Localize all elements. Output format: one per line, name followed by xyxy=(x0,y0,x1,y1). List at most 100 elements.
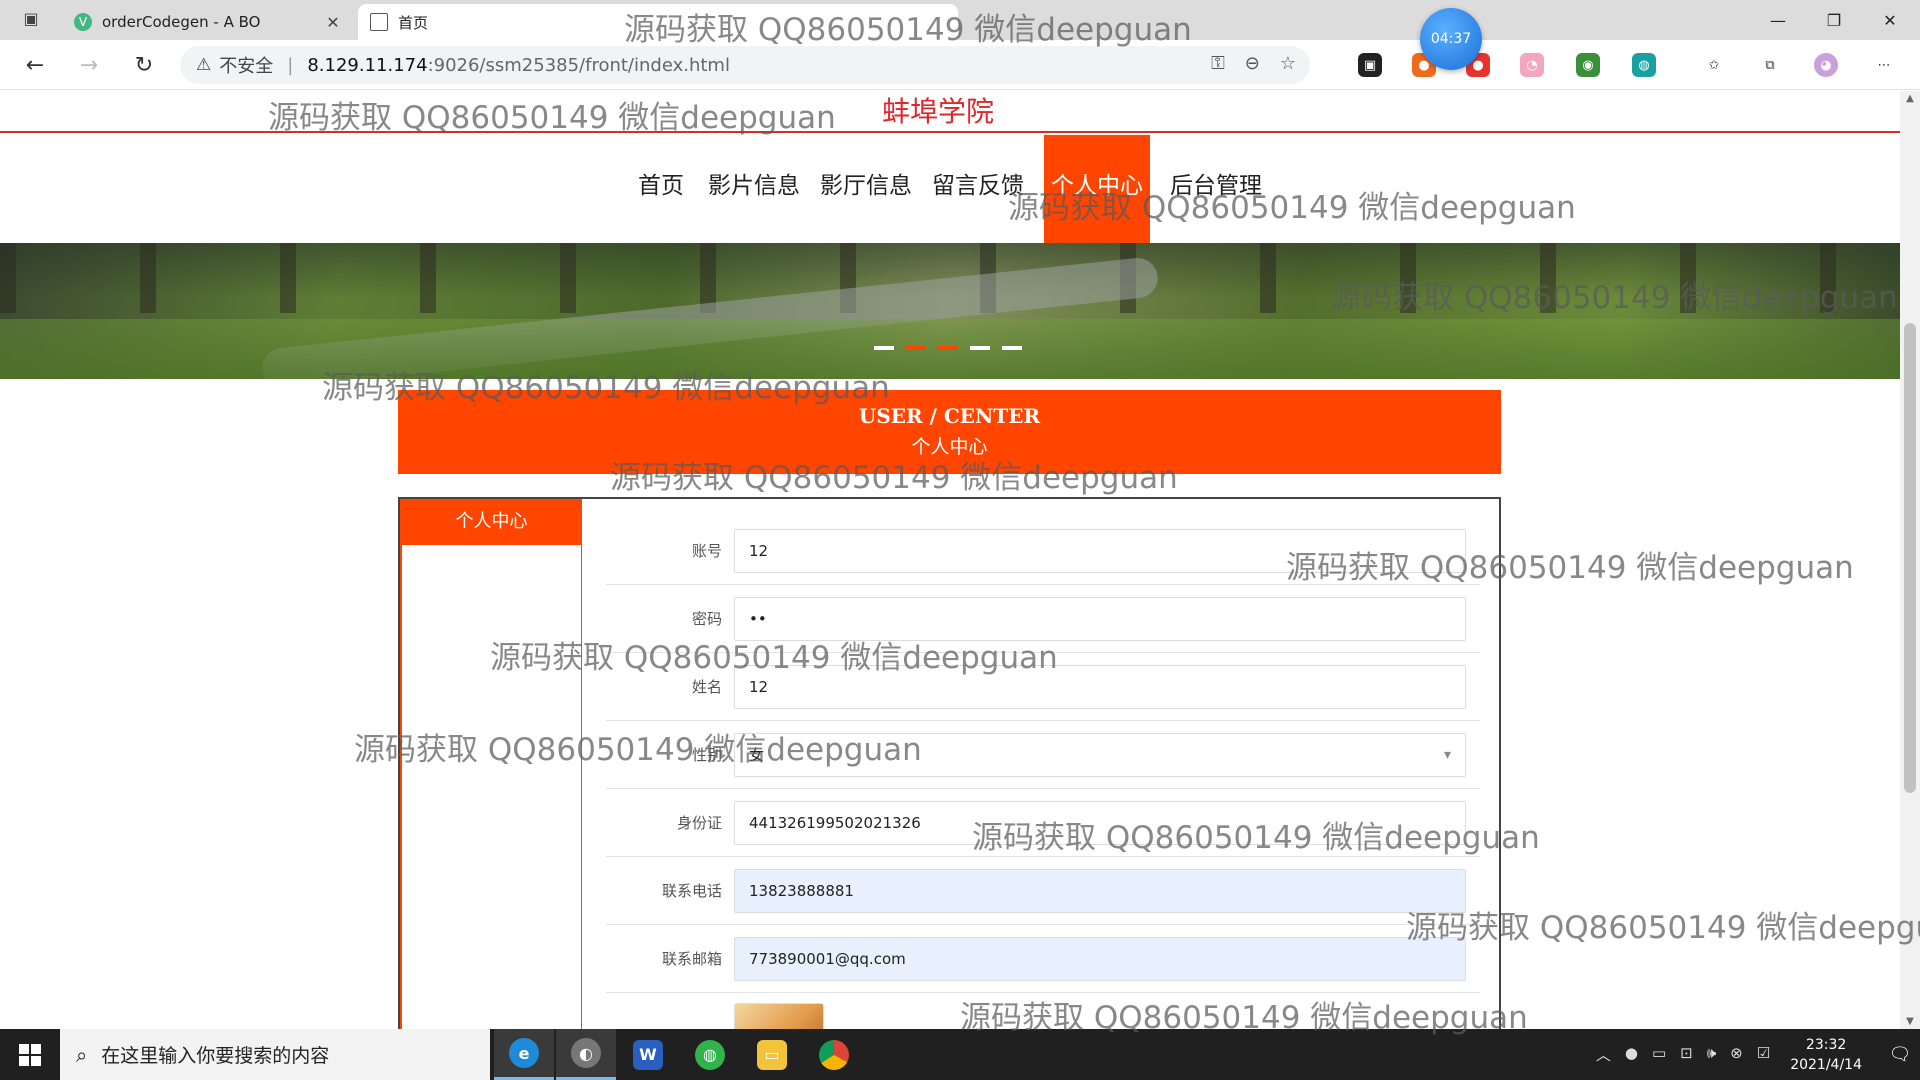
taskbar-app-user[interactable]: ◐ xyxy=(556,1029,616,1080)
main-nav: 首页 影片信息 影厅信息 留言反馈 个人中心 后台管理 xyxy=(0,135,1900,243)
password-input[interactable]: •• xyxy=(734,597,1466,641)
zoom-icon[interactable]: ⊖ xyxy=(1245,53,1260,74)
taskbar-app-word[interactable]: W xyxy=(618,1029,678,1080)
heading-english: USER / CENTER xyxy=(858,404,1041,428)
field-label: 联系邮箱 xyxy=(661,950,722,968)
word-icon: W xyxy=(633,1039,663,1070)
nav-item-feedback[interactable]: 留言反馈 xyxy=(928,135,1028,243)
network-icon[interactable]: ⊡ xyxy=(1680,1044,1693,1065)
checkbox-icon[interactable]: ☑ xyxy=(1757,1044,1770,1065)
clock[interactable]: 23:32 2021/4/14 xyxy=(1790,1035,1862,1075)
nav-item-halls[interactable]: 影厅信息 xyxy=(816,135,916,243)
user-center-heading: USER / CENTER 个人中心 xyxy=(398,390,1501,474)
carousel-dot[interactable] xyxy=(1002,346,1022,350)
search-placeholder: 在这里输入你要搜索的内容 xyxy=(101,1045,330,1067)
collections-icon[interactable]: ⧉ xyxy=(1758,53,1782,77)
extension-icon[interactable]: ◔ xyxy=(1520,53,1544,77)
form-row-gender: 性别 女 ▾ xyxy=(606,721,1480,789)
nav-item-user-center[interactable]: 个人中心 xyxy=(1044,135,1150,243)
volume-icon[interactable]: 🕪 xyxy=(1707,1044,1716,1065)
start-button[interactable] xyxy=(0,1029,60,1080)
taskbar-app-edge[interactable]: e xyxy=(494,1029,554,1080)
tray-app-icon[interactable]: ● xyxy=(1625,1044,1638,1065)
tab-title: 首页 xyxy=(398,13,429,32)
scroll-up-icon[interactable]: ▲ xyxy=(1900,93,1920,104)
email-input[interactable]: 773890001@qq.com xyxy=(734,937,1466,981)
extension-icon[interactable]: ▣ xyxy=(1358,53,1382,77)
site-title: 蚌埠学院 xyxy=(882,95,995,128)
status-icon[interactable]: ⊗ xyxy=(1730,1044,1743,1065)
favorite-add-icon[interactable]: ☆ xyxy=(1280,53,1296,74)
carousel-dot[interactable] xyxy=(906,346,926,350)
field-label: 账号 xyxy=(691,542,722,560)
extension-icon[interactable]: ◉ xyxy=(1576,53,1600,77)
vue-favicon-icon: V xyxy=(74,13,92,31)
form-row-phone: 联系电话 13823888881 xyxy=(606,857,1480,925)
taskbar-search[interactable]: ⌕ 在这里输入你要搜索的内容 xyxy=(60,1029,490,1080)
form-row-id-card: 身份证 441326199502021326 xyxy=(606,789,1480,857)
battery-icon[interactable]: ▭ xyxy=(1652,1044,1666,1065)
user-center-panel: 个人中心 账号 12 密码 •• 姓名 12 性别 女 ▾ 身份证 441326… xyxy=(398,497,1501,1029)
taskbar-app-chrome[interactable] xyxy=(804,1029,864,1080)
separator: | xyxy=(287,54,294,76)
address-bar[interactable]: ⚠ 不安全 | 8.129.11.174 :9026/ssm25385/fron… xyxy=(180,46,1310,84)
page-favicon-icon xyxy=(370,13,388,31)
key-icon[interactable]: ⚿ xyxy=(1211,53,1225,74)
tab-ordercodegen[interactable]: V orderCodegen - A BO ✕ xyxy=(62,4,356,40)
windows-logo-icon xyxy=(19,1043,41,1066)
forward-icon[interactable]: → xyxy=(72,48,106,82)
tab-actions-icon[interactable]: ▣ xyxy=(14,9,48,33)
system-tray: ︿ ● ▭ ⊡ 🕪 ⊗ ☑ 23:32 2021/4/14 🗨 xyxy=(1596,1029,1920,1080)
taskbar-app-wechat[interactable]: ◍ xyxy=(680,1029,740,1080)
security-label: 不安全 xyxy=(219,56,274,77)
warning-icon: ⚠ xyxy=(196,55,212,75)
nav-item-home[interactable]: 首页 xyxy=(626,135,696,243)
web-page: 蚌埠学院 首页 影片信息 影厅信息 留言反馈 个人中心 后台管理 USER / … xyxy=(0,91,1900,1029)
nav-item-movies[interactable]: 影片信息 xyxy=(704,135,804,243)
extension-icon[interactable]: ◍ xyxy=(1632,53,1656,77)
profile-avatar[interactable]: ◕ xyxy=(1814,53,1838,77)
sidebar-item-user-center[interactable]: 个人中心 xyxy=(402,499,581,545)
site-header: 蚌埠学院 xyxy=(0,91,1900,133)
account-input[interactable]: 12 xyxy=(734,529,1466,573)
chevron-up-icon[interactable]: ︿ xyxy=(1596,1044,1611,1065)
nav-item-admin[interactable]: 后台管理 xyxy=(1164,135,1268,243)
carousel-dot[interactable] xyxy=(970,346,990,350)
form-row-photo xyxy=(606,993,1480,1029)
user-center-sidebar: 个人中心 xyxy=(400,499,582,1029)
taskbar-app-explorer[interactable]: ▭ xyxy=(742,1029,802,1080)
scrollbar-thumb[interactable] xyxy=(1904,323,1916,793)
restore-button[interactable]: ❐ xyxy=(1806,0,1862,40)
back-icon[interactable]: ← xyxy=(18,48,52,82)
more-icon[interactable]: ⋯ xyxy=(1872,53,1896,77)
gender-select[interactable]: 女 ▾ xyxy=(734,733,1466,777)
phone-input[interactable]: 13823888881 xyxy=(734,869,1466,913)
heading-chinese: 个人中心 xyxy=(911,436,988,458)
folder-icon: ▭ xyxy=(757,1039,787,1070)
carousel-dot[interactable] xyxy=(874,346,894,350)
banner-image xyxy=(0,243,1900,379)
notification-icon[interactable]: 🗨 xyxy=(1880,1044,1920,1065)
carousel-dot[interactable] xyxy=(938,346,958,350)
app-icon: ◐ xyxy=(571,1038,601,1068)
close-tab-icon[interactable]: ✕ xyxy=(322,13,344,32)
favorites-icon[interactable]: ✩ xyxy=(1702,53,1726,77)
name-input[interactable]: 12 xyxy=(734,665,1466,709)
clock-date: 2021/4/14 xyxy=(1790,1056,1862,1073)
url-host: 8.129.11.174 xyxy=(307,54,428,76)
field-label: 性别 xyxy=(691,746,722,764)
tab-homepage[interactable]: 首页 xyxy=(358,4,958,40)
close-window-button[interactable]: ✕ xyxy=(1862,0,1918,40)
id-card-input[interactable]: 441326199502021326 xyxy=(734,801,1466,845)
field-label: 联系电话 xyxy=(661,882,722,900)
scroll-down-icon[interactable]: ▼ xyxy=(1900,1016,1920,1027)
gender-value: 女 xyxy=(749,746,765,764)
photo-thumbnail[interactable] xyxy=(734,1003,824,1029)
minimize-button[interactable]: — xyxy=(1750,0,1806,40)
tab-strip: ▣ V orderCodegen - A BO ✕ 首页 — ❐ ✕ xyxy=(0,0,1920,40)
reload-icon[interactable]: ↻ xyxy=(127,48,161,82)
url-path: :9026/ssm25385/front/index.html xyxy=(427,54,730,76)
recording-timer[interactable]: 04:37 xyxy=(1420,8,1482,70)
page-scrollbar[interactable]: ▲ ▼ xyxy=(1900,91,1920,1029)
wechat-icon: ◍ xyxy=(695,1039,725,1070)
